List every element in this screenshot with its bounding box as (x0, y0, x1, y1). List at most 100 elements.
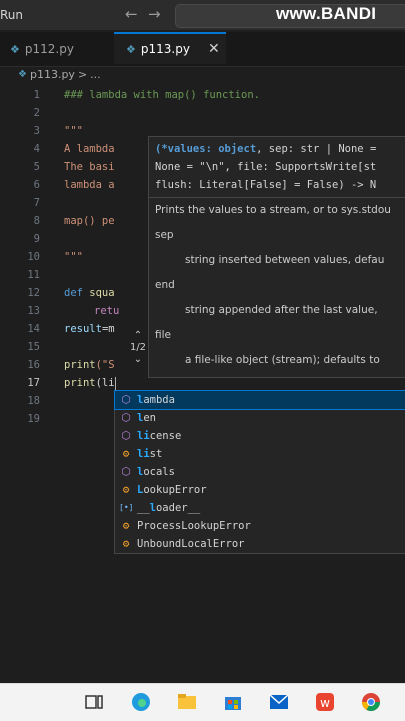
suggestion-item[interactable]: ⚙ UnboundLocalError (115, 535, 405, 553)
line-number: 1 (33, 89, 40, 101)
class-icon: ⚙ (122, 447, 130, 460)
func-token: print (64, 359, 96, 371)
suggestion-match: li (137, 430, 150, 442)
param-name-end: end (155, 279, 175, 291)
param-desc-file: a file-like object (stream); defaults to (185, 354, 380, 366)
code-line: retu (94, 302, 119, 320)
param-desc-sep: string inserted between values, defau (185, 254, 385, 266)
code-line: result=m (64, 320, 115, 338)
overload-navigator: ⌃ 1/2 ⌄ (124, 330, 152, 366)
suggestion-text: st (149, 448, 163, 460)
chevron-down-icon[interactable]: ⌄ (124, 354, 152, 366)
suggestion-item[interactable]: ⚙ li st (115, 445, 405, 463)
recorder-watermark: www.BANDI (276, 4, 377, 23)
plain-token: =m (101, 323, 115, 335)
code-line: """ (64, 125, 83, 137)
svg-text:w: w (320, 696, 330, 710)
suggestion-item[interactable]: ⚙ ProcessLookupError (115, 517, 405, 535)
line-number: 4 (33, 143, 40, 155)
editor-tab-bar: ❖ p112.py ❖ p113.py ✕ (0, 32, 405, 67)
suggestion-item[interactable]: ⬡ l ocals (115, 463, 405, 481)
forward-arrow-icon[interactable]: → (148, 5, 161, 23)
suggestion-text: cense (149, 430, 182, 442)
suggestion-item[interactable]: ⬡ l ambda (114, 390, 405, 410)
suggestion-item[interactable]: ⬡ li cense (115, 427, 405, 445)
line-number: 3 (33, 125, 40, 137)
signature-line-3: flush: Literal[False] = False) -> N (155, 179, 377, 191)
code-line: print("S (64, 356, 115, 374)
line-number: 5 (33, 161, 40, 173)
tab-p112[interactable]: ❖ p112.py (10, 32, 110, 66)
line-number: 17 (27, 377, 40, 389)
line-number: 8 (33, 215, 40, 227)
active-parameter: (*values: object (155, 143, 257, 155)
signature-rest: , sep: str | None = (256, 143, 377, 155)
line-number: 16 (27, 359, 40, 371)
tab-p113[interactable]: ❖ p113.py ✕ (114, 32, 226, 64)
microsoft-store-icon[interactable] (222, 691, 244, 713)
breadcrumb-file[interactable]: p113.py (30, 68, 75, 81)
menu-run[interactable]: Run (0, 8, 24, 22)
edge-browser-icon[interactable] (130, 691, 152, 713)
line-number: 9 (33, 233, 40, 245)
line-number: 6 (33, 179, 40, 191)
code-line: lambda a (64, 179, 115, 191)
file-explorer-icon[interactable] (176, 691, 198, 713)
line-number: 13 (27, 305, 40, 317)
param-name-file: file (155, 329, 171, 341)
line-number: 15 (27, 341, 40, 353)
suggestion-match: li (137, 448, 150, 460)
line-number: 19 (27, 413, 40, 425)
code-line: A lambda (64, 143, 115, 155)
code-line: """ (64, 251, 83, 263)
suggestion-text: ookupError (143, 484, 207, 496)
line-number: 12 (27, 287, 40, 299)
signature-line-1: (*values: object, sep: str | None = (155, 140, 403, 158)
line-number: 10 (27, 251, 40, 263)
suggestion-item[interactable]: [•] __ l oader__ (115, 499, 405, 517)
windows-taskbar: w (0, 683, 405, 721)
line-number: 2 (33, 107, 40, 119)
class-icon: ⚙ (122, 537, 130, 550)
breadcrumb: ❖ p113.py > ... (18, 68, 101, 81)
chrome-icon[interactable] (360, 691, 382, 713)
code-line: The basi (64, 161, 115, 173)
code-line-current: print(li (64, 374, 116, 392)
keyword-token: retu (94, 305, 120, 317)
close-icon[interactable]: ✕ (208, 41, 220, 57)
text-cursor (114, 376, 116, 390)
breadcrumb-rest[interactable]: ... (90, 68, 101, 81)
task-view-icon[interactable] (83, 691, 105, 713)
keyword-cube-icon: ⬡ (121, 465, 131, 478)
doc-intro: Prints the values to a stream, or to sys… (155, 204, 391, 216)
signature-line-2: None = "\n", file: SupportsWrite[st (155, 161, 377, 173)
overload-counter: 1/2 (129, 342, 147, 353)
keyword-token: def (64, 287, 83, 299)
line-number: 14 (27, 323, 40, 335)
class-icon: ⚙ (122, 519, 130, 532)
signature-help-popup: (*values: object, sep: str | None = None… (148, 136, 405, 378)
chevron-up-icon[interactable]: ⌃ (124, 330, 152, 342)
bandicam-icon[interactable]: w (314, 691, 336, 713)
mail-icon[interactable] (268, 691, 290, 713)
string-token: ("S (95, 359, 115, 371)
suggestion-text: ProcessLookupError (137, 520, 251, 532)
tab-label: p112.py (24, 42, 74, 56)
breadcrumb-separator: > (77, 68, 88, 81)
signature-text: (*values: object, sep: str | None = None… (149, 137, 405, 197)
autocomplete-list: ⬡ l ambda ⬡ l en ⬡ li cense ⚙ li st ⬡ l ocals ⚙ LookupEr… (114, 390, 405, 554)
suggestion-text: en (143, 412, 156, 424)
line-number: 11 (27, 269, 40, 281)
python-file-icon: ❖ (10, 42, 20, 56)
line-number: 18 (27, 395, 40, 407)
title-bar: Run ← → www.BANDI (0, 0, 405, 30)
back-arrow-icon[interactable]: ← (125, 5, 138, 23)
suggestion-item[interactable]: ⬡ l en (115, 409, 405, 427)
python-file-icon: ❖ (18, 69, 27, 80)
keyword-cube-icon: ⬡ (121, 393, 131, 406)
suggestion-item[interactable]: ⚙ LookupError (115, 481, 405, 499)
variable-icon: [•] (119, 503, 134, 512)
suggestion-text: ambda (143, 394, 175, 406)
tab-label: p113.py (140, 42, 190, 56)
keyword-cube-icon: ⬡ (121, 411, 131, 424)
